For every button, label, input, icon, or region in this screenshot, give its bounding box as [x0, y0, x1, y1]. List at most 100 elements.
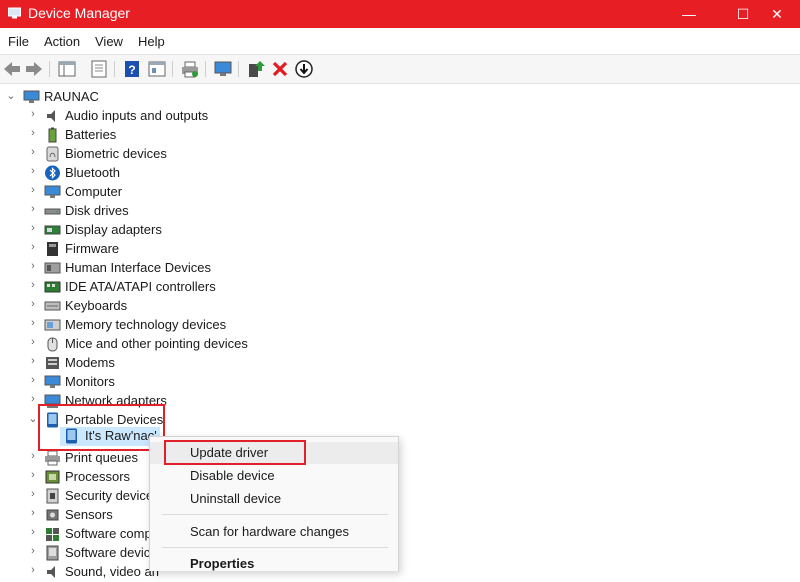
tree-category[interactable]: › Human Interface Devices: [0, 259, 260, 278]
chevron-right-icon[interactable]: ›: [28, 526, 38, 538]
uninstall-toolbar-button[interactable]: [270, 59, 290, 79]
update-driver-toolbar-button[interactable]: [246, 59, 266, 79]
toolbar: ?: [0, 54, 800, 84]
chevron-right-icon[interactable]: ›: [28, 184, 38, 196]
toolbar-separator: [172, 61, 173, 77]
uninstall-device-menu-item[interactable]: Uninstall device: [150, 488, 398, 510]
keyboard-icon: [44, 298, 61, 314]
chevron-right-icon[interactable]: ›: [28, 260, 38, 272]
chevron-down-icon[interactable]: ⌄: [28, 412, 38, 425]
chevron-right-icon[interactable]: ›: [28, 279, 38, 291]
chevron-right-icon[interactable]: ›: [28, 317, 38, 329]
tree-category[interactable]: › Audio inputs and outputs: [0, 107, 260, 126]
help-icon: ?: [125, 61, 139, 77]
scan-hardware-menu-item[interactable]: Scan for hardware changes: [150, 521, 398, 543]
chevron-right-icon[interactable]: ›: [28, 298, 38, 310]
minimize-button[interactable]: —: [666, 0, 712, 28]
chevron-right-icon[interactable]: ›: [28, 545, 38, 557]
print-toolbar-button[interactable]: [180, 59, 200, 79]
view-pane-icon: [148, 61, 166, 77]
back-arrow-icon: [4, 62, 20, 76]
view-toolbar-button[interactable]: [147, 59, 167, 79]
memory-icon: [44, 317, 61, 333]
chevron-right-icon[interactable]: ›: [28, 374, 38, 386]
menu-view[interactable]: View: [95, 34, 123, 49]
title-bar: Device Manager — ☐ ✕: [0, 0, 800, 28]
scan-hardware-label: Scan for hardware changes: [190, 524, 349, 539]
chevron-right-icon[interactable]: ›: [28, 127, 38, 139]
disk-drive-icon: [44, 203, 61, 219]
tree-category[interactable]: › Disk drives: [0, 202, 260, 221]
svg-text:?: ?: [128, 63, 135, 77]
context-menu: Update driver Disable device Uninstall d…: [149, 436, 399, 571]
category-label: Software device: [65, 545, 158, 560]
back-button[interactable]: [2, 59, 22, 79]
chevron-right-icon[interactable]: ›: [28, 146, 38, 158]
category-label: Audio inputs and outputs: [65, 108, 209, 123]
category-label: Memory technology devices: [65, 317, 227, 332]
chevron-right-icon[interactable]: ›: [28, 336, 38, 348]
category-label: Bluetooth: [65, 165, 120, 180]
ide-controller-icon: [44, 279, 61, 295]
properties-menu-item[interactable]: Properties: [150, 553, 398, 575]
toolbar-separator: [49, 61, 50, 77]
chevron-right-icon[interactable]: ›: [28, 108, 38, 120]
disable-toolbar-button[interactable]: [294, 59, 314, 79]
toolbar-separator: [114, 61, 115, 77]
tree-category[interactable]: › Batteries: [0, 126, 260, 145]
tree-category[interactable]: › IDE ATA/ATAPI controllers: [0, 278, 260, 297]
category-label: Mice and other pointing devices: [65, 336, 248, 351]
tree-category[interactable]: › Monitors: [0, 373, 260, 392]
chevron-right-icon[interactable]: ›: [28, 488, 38, 500]
tree-root[interactable]: ⌄ RAUNAC: [0, 88, 200, 107]
chevron-right-icon[interactable]: ›: [28, 241, 38, 253]
chevron-right-icon[interactable]: ›: [28, 469, 38, 481]
modem-icon: [44, 355, 61, 371]
tree-category[interactable]: › Biometric devices: [0, 145, 260, 164]
tree-category[interactable]: › Computer: [0, 183, 260, 202]
menu-action[interactable]: Action: [44, 34, 80, 49]
menu-file[interactable]: File: [8, 34, 29, 49]
category-label: Sound, video an: [65, 564, 159, 579]
help-toolbar-button[interactable]: ?: [122, 59, 142, 79]
chevron-right-icon[interactable]: ›: [28, 393, 38, 405]
disable-device-label: Disable device: [190, 468, 275, 483]
update-driver-icon: [249, 61, 265, 77]
fingerprint-icon: [44, 146, 61, 162]
toolbar-separator: [205, 61, 206, 77]
show-hide-console-tree-button[interactable]: [57, 59, 77, 79]
chevron-right-icon[interactable]: ›: [28, 507, 38, 519]
sensor-icon: [44, 507, 61, 523]
tree-category[interactable]: › Bluetooth: [0, 164, 260, 183]
tree-category[interactable]: › Memory technology devices: [0, 316, 260, 335]
forward-button[interactable]: [24, 59, 44, 79]
mouse-icon: [44, 336, 61, 352]
menu-help[interactable]: Help: [138, 34, 165, 49]
menu-separator: [162, 547, 388, 548]
tree-category[interactable]: › Keyboards: [0, 297, 260, 316]
update-driver-highlight-box: [164, 440, 306, 465]
chevron-right-icon[interactable]: ›: [28, 355, 38, 367]
tree-category[interactable]: › Modems: [0, 354, 260, 373]
disable-device-menu-item[interactable]: Disable device: [150, 465, 398, 487]
chevron-right-icon[interactable]: ›: [28, 564, 38, 576]
category-label: Software compo: [65, 526, 159, 541]
menu-separator: [162, 514, 388, 515]
console-tree-icon: [58, 61, 76, 77]
monitor-icon: [44, 374, 61, 390]
chevron-right-icon[interactable]: ›: [28, 203, 38, 215]
close-button[interactable]: ✕: [754, 0, 800, 28]
chevron-right-icon[interactable]: ›: [28, 222, 38, 234]
chevron-right-icon[interactable]: ›: [28, 450, 38, 462]
tree-category[interactable]: › Mice and other pointing devices: [0, 335, 260, 354]
security-device-icon: [44, 488, 61, 504]
scan-hardware-toolbar-button[interactable]: [213, 59, 233, 79]
properties-toolbar-button[interactable]: [89, 59, 109, 79]
window-title: Device Manager: [28, 5, 130, 21]
chevron-down-icon[interactable]: ⌄: [6, 89, 16, 102]
properties-sheet-icon: [91, 60, 107, 78]
chevron-right-icon[interactable]: ›: [28, 165, 38, 177]
category-label: Security devices: [65, 488, 160, 503]
tree-category[interactable]: › Display adapters: [0, 221, 260, 240]
tree-category[interactable]: › Firmware: [0, 240, 260, 259]
